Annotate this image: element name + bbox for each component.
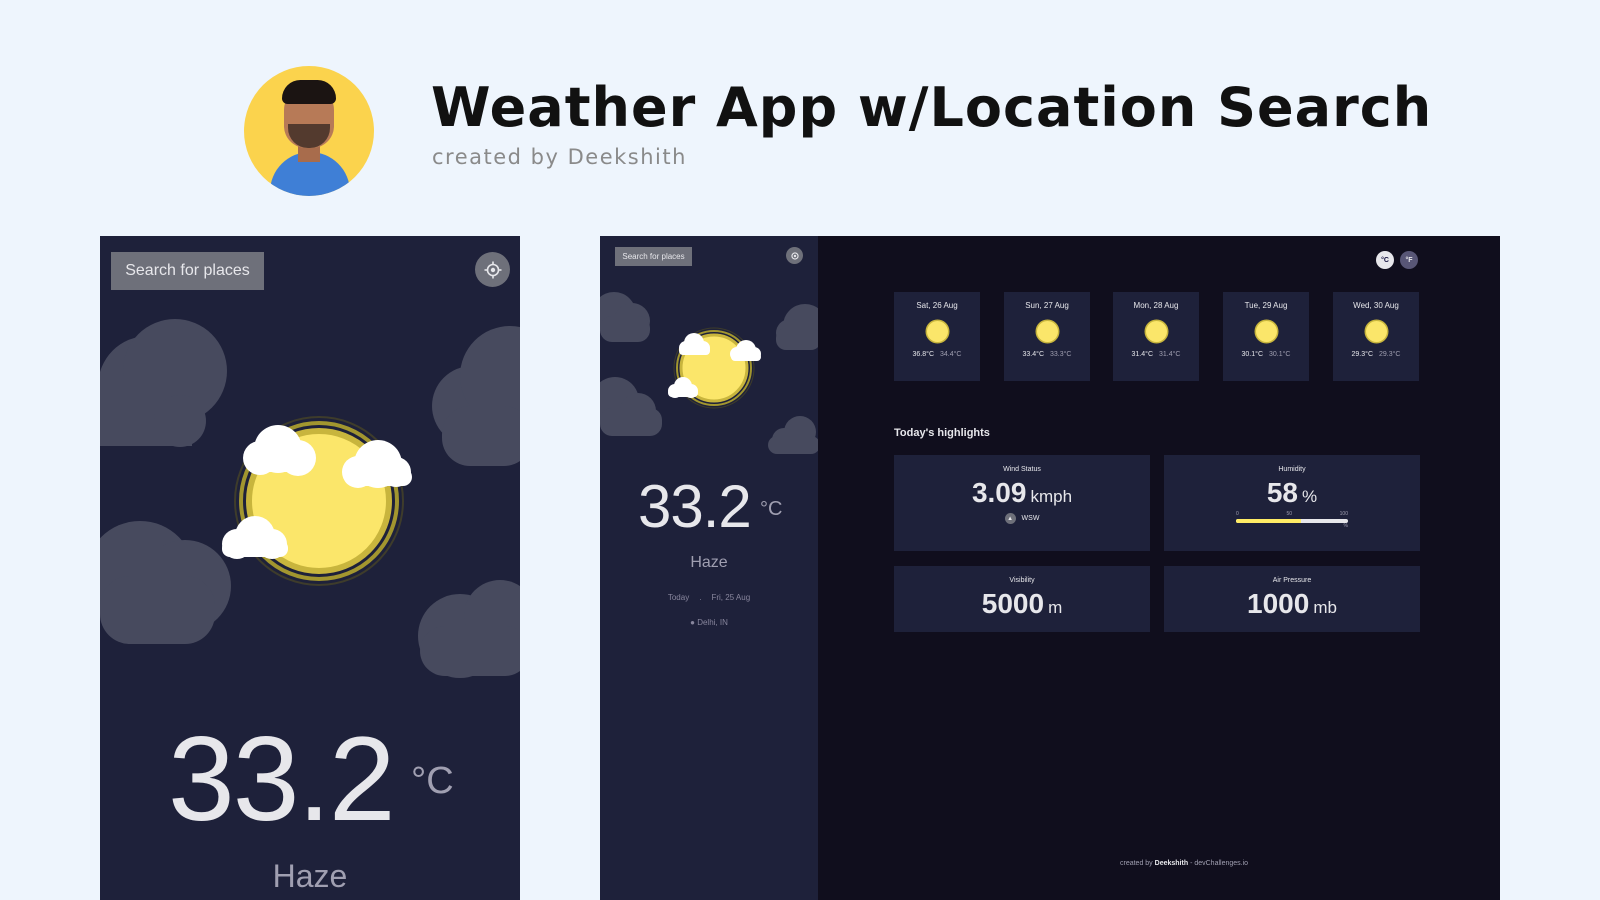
wind-unit: kmph	[1030, 487, 1073, 506]
crosshair-icon	[484, 261, 501, 278]
forecast-card: Sun, 27 Aug 33.4°C 33.3°C	[1004, 292, 1090, 381]
desktop-view: Search for places 33.2 °C Haze Today. Fri…	[600, 236, 1500, 900]
forecast-card: Wed, 30 Aug 29.3°C 29.3°C	[1333, 292, 1419, 381]
forecast-card: Mon, 28 Aug 31.4°C 31.4°C	[1113, 292, 1199, 381]
pressure-label: Air Pressure	[1272, 577, 1312, 584]
visibility-label: Visibility	[1009, 577, 1035, 584]
humidity-bar: 0 50 100 %	[1236, 511, 1348, 533]
weather-condition: Haze	[272, 858, 348, 894]
sidebar-temperature: 33.2	[638, 473, 752, 540]
page-title: Weather App w/Location Search	[431, 76, 1433, 139]
forecast-max: 31.4°C	[1131, 351, 1153, 358]
forecast-day: Sun, 27 Aug	[1025, 301, 1069, 310]
date-text: Fri, 25 Aug	[711, 593, 751, 602]
navigation-arrow-icon: ▲	[1004, 513, 1016, 524]
humidity-unit: %	[1302, 487, 1318, 506]
page-subtitle: created by Deekshith	[432, 145, 687, 169]
forecast-min: 29.3°C	[1379, 351, 1401, 358]
humidity-card: Humidity 58% 0 50 100 %	[1164, 455, 1420, 551]
forecast-day: Mon, 28 Aug	[1133, 301, 1179, 310]
temperature-unit: °C	[411, 760, 454, 802]
forecast-card: Sat, 26 Aug 36.8°C 34.4°C	[894, 292, 980, 381]
date-separator: .	[699, 593, 702, 602]
highlights-title: Today's highlights	[894, 427, 990, 439]
sidebar-location-button[interactable]	[786, 247, 803, 264]
wind-status-card: Wind Status 3.09 kmph ▲ WSW	[894, 455, 1150, 551]
humidity-value: 58	[1266, 477, 1299, 508]
tick-50: 50	[1286, 511, 1292, 517]
pressure-unit: mb	[1313, 598, 1337, 617]
sidebar-temperature-unit: °C	[760, 498, 783, 520]
wind-direction: WSW	[1021, 515, 1040, 522]
humidity-label: Humidity	[1278, 466, 1306, 473]
visibility-card: Visibility 5000 m	[894, 566, 1150, 632]
footer-suffix: - devChallenges.io	[1190, 860, 1249, 867]
footer-credit: created by Deekshith - devChallenges.io	[1120, 860, 1248, 867]
sidebar-condition: Haze	[690, 554, 728, 571]
forecast-max: 36.8°C	[912, 351, 934, 358]
forecast-day: Sat, 26 Aug	[916, 301, 958, 310]
sun-icon	[1036, 321, 1058, 342]
air-pressure-card: Air Pressure 1000 mb	[1164, 566, 1420, 632]
forecast-day: Tue, 29 Aug	[1244, 301, 1288, 310]
forecast-min: 31.4°C	[1159, 351, 1181, 358]
celsius-toggle[interactable]: °C	[1376, 251, 1394, 269]
forecast-min: 34.4°C	[940, 351, 962, 358]
visibility-value: 5000	[981, 588, 1045, 619]
visibility-unit: m	[1048, 598, 1063, 617]
wind-value: 3.09	[971, 477, 1027, 508]
current-location-button[interactable]	[475, 252, 510, 287]
footer-author: Deekshith	[1154, 860, 1189, 867]
forecast-max: 33.4°C	[1022, 351, 1044, 358]
sidebar-location: ● Delhi, IN	[600, 618, 818, 627]
sun-icon	[1255, 321, 1277, 342]
forecast-min: 33.3°C	[1050, 351, 1072, 358]
sidebar-search-button[interactable]: Search for places	[615, 247, 692, 266]
forecast-day: Wed, 30 Aug	[1353, 301, 1399, 310]
forecast-card: Tue, 29 Aug 30.1°C 30.1°C	[1223, 292, 1309, 381]
tick-100: 100	[1339, 511, 1348, 517]
forecast-max: 29.3°C	[1351, 351, 1373, 358]
sun-icon	[1145, 321, 1167, 342]
current-temperature: 33.2	[168, 712, 396, 846]
forecast-max: 30.1°C	[1241, 351, 1263, 358]
pressure-value: 1000	[1247, 588, 1310, 619]
sidebar: Search for places 33.2 °C Haze Today. Fri…	[600, 236, 818, 900]
footer-prefix: created by	[1120, 860, 1153, 867]
crosshair-icon	[790, 251, 799, 260]
sun-icon	[1365, 321, 1387, 342]
map-pin-icon: ●	[690, 618, 695, 627]
author-avatar	[244, 66, 374, 196]
mobile-view: Search for places 33.2 °C Haze	[100, 236, 520, 900]
today-label: Today	[667, 593, 690, 602]
tick-0: 0	[1236, 511, 1239, 517]
fahrenheit-toggle[interactable]: °F	[1400, 251, 1418, 269]
forecast-min: 30.1°C	[1269, 351, 1291, 358]
sun-icon	[926, 321, 948, 342]
search-places-button[interactable]: Search for places	[111, 252, 264, 290]
sidebar-date: Today. Fri, 25 Aug	[600, 593, 818, 602]
location-text: Delhi, IN	[697, 618, 728, 627]
wind-label: Wind Status	[1003, 466, 1041, 473]
tick-percent: %	[1343, 523, 1348, 529]
